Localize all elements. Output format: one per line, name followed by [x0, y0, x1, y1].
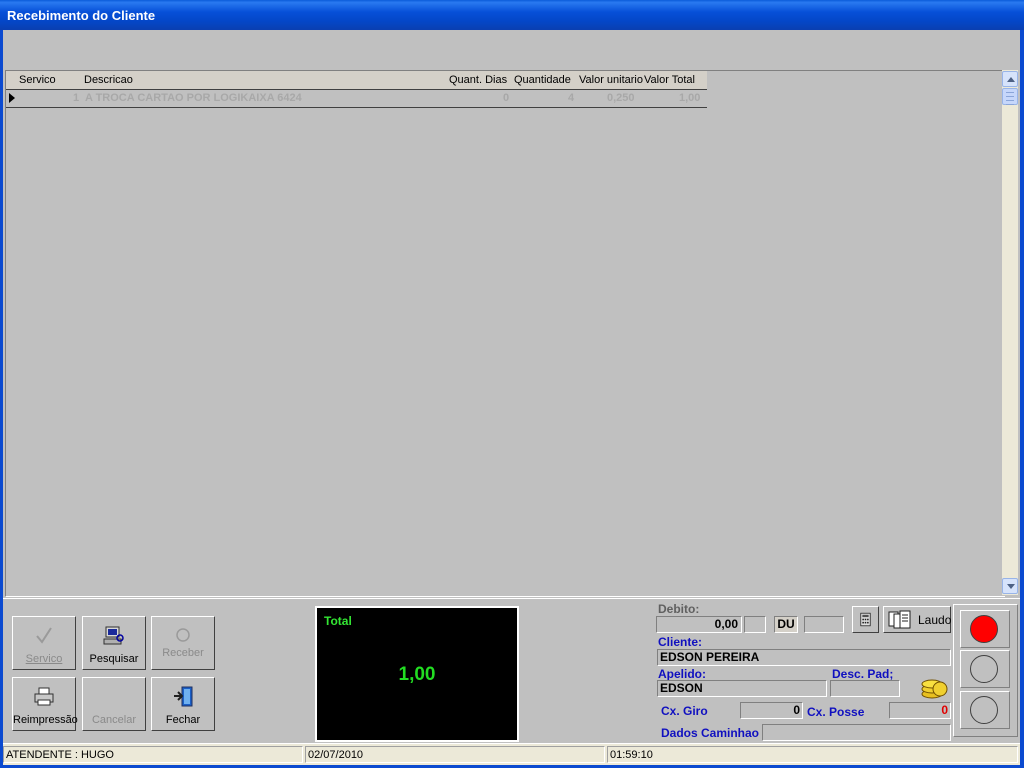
desc-pad-label: Desc. Pad; [832, 667, 894, 681]
total-label: Total [324, 614, 352, 628]
status-light-3 [960, 691, 1010, 729]
col-header-descricao[interactable]: Descricao [84, 74, 133, 86]
cell-quant-dias: 0 [503, 92, 510, 104]
dados-caminhao-field[interactable] [762, 724, 951, 741]
calculator-icon [860, 612, 871, 627]
dados-caminhao-label: Dados Caminhao [661, 726, 760, 740]
total-display: Total 1,00 [315, 606, 519, 742]
checkmark-icon [36, 627, 52, 644]
servico-button[interactable]: Servico [12, 616, 76, 670]
title-bar[interactable]: Recebimento do Cliente [0, 0, 1024, 30]
cx-posse-field[interactable]: 0 [889, 702, 951, 719]
status-light-1 [960, 610, 1010, 648]
cell-valor-unitario: 0,250 [607, 92, 635, 104]
reimpressao-button-label: Reimpressão [13, 714, 78, 726]
apelido-label: Apelido: [658, 667, 706, 681]
debito-field[interactable]: 0,00 [656, 616, 742, 633]
du-field[interactable] [804, 616, 844, 633]
documents-icon [888, 610, 911, 629]
printer-icon [34, 687, 54, 706]
reimpressao-button[interactable]: Reimpressão [12, 677, 78, 731]
exit-door-icon [174, 686, 193, 707]
coins-icon[interactable] [919, 672, 949, 702]
servico-button-label: Servico [25, 653, 63, 665]
cell-descricao: A TROCA CARTAO POR LOGIKAIXA 6424 [85, 92, 302, 104]
pesquisar-button[interactable]: Pesquisar [82, 616, 146, 670]
gray-light-icon [970, 655, 998, 683]
calculator-button[interactable] [852, 606, 879, 633]
cliente-label: Cliente: [658, 635, 703, 649]
cancelar-button-label: Cancelar [91, 714, 137, 726]
receber-button[interactable]: Receber [151, 616, 215, 670]
cancelar-button[interactable]: Cancelar [82, 677, 146, 731]
table-row[interactable]: 1 A TROCA CARTAO POR LOGIKAIXA 6424 0 4 … [6, 90, 707, 108]
desc-pad-field[interactable] [830, 680, 900, 697]
total-value: 1,00 [398, 664, 436, 685]
cx-giro-field[interactable]: 0 [740, 702, 803, 719]
status-bar: ATENDENTE : HUGO 02/07/2010 01:59:10 [3, 743, 1020, 765]
app-window: Recebimento do Cliente Servico Descricao… [0, 0, 1024, 768]
du-label: DU [774, 616, 798, 633]
bottom-panel: Servico Pesquisar Receber Reimpressão Ca… [3, 598, 1020, 744]
status-atendente: ATENDENTE : HUGO [3, 746, 303, 763]
current-row-indicator-icon [9, 93, 15, 103]
services-grid[interactable]: Servico Descricao Quant. Dias Quantidade… [5, 70, 1005, 597]
status-time: 01:59:10 [607, 746, 1018, 763]
cx-giro-label: Cx. Giro [661, 704, 708, 718]
cell-valor-total: 1,00 [679, 92, 701, 104]
fechar-button[interactable]: Fechar [151, 677, 215, 731]
debito-aux-field[interactable] [744, 616, 766, 633]
computer-search-icon [103, 626, 124, 645]
gray-light-icon [970, 696, 998, 724]
col-header-valor-total[interactable]: Valor Total [644, 74, 695, 86]
window-frame-right [1020, 30, 1024, 768]
scroll-up-button[interactable] [1002, 71, 1018, 87]
arrow-down-icon [1007, 584, 1015, 589]
laudo-button-label: Laudo [918, 613, 952, 627]
col-header-quantidade[interactable]: Quantidade [514, 74, 571, 86]
status-lights-panel [953, 604, 1018, 737]
debito-label: Debito: [658, 602, 700, 616]
laudo-button[interactable]: Laudo [883, 606, 951, 633]
pesquisar-button-label: Pesquisar [89, 653, 139, 665]
cx-posse-label: Cx. Posse [807, 705, 865, 719]
red-light-icon [970, 615, 998, 643]
scroll-down-button[interactable] [1002, 578, 1018, 594]
client-area: Servico Descricao Quant. Dias Quantidade… [3, 30, 1020, 765]
cell-servico: 1 [73, 92, 80, 104]
cliente-field[interactable]: EDSON PEREIRA [657, 649, 951, 666]
coin-icon [176, 628, 190, 642]
window-title: Recebimento do Cliente [7, 8, 156, 23]
fechar-button-label: Fechar [165, 714, 201, 726]
grid-vertical-scrollbar[interactable] [1002, 70, 1018, 595]
col-header-servico[interactable]: Servico [19, 74, 56, 86]
arrow-up-icon [1007, 77, 1015, 82]
col-header-quant-dias[interactable]: Quant. Dias [449, 74, 507, 86]
apelido-field[interactable]: EDSON [657, 680, 827, 697]
cell-quantidade: 4 [568, 92, 575, 104]
grid-header: Servico Descricao Quant. Dias Quantidade… [6, 71, 707, 90]
col-header-valor-unitario[interactable]: Valor unitario [579, 74, 643, 86]
receber-button-label: Receber [162, 647, 204, 659]
scroll-thumb[interactable] [1002, 88, 1018, 105]
status-light-2 [960, 650, 1010, 688]
status-date: 02/07/2010 [305, 746, 605, 763]
